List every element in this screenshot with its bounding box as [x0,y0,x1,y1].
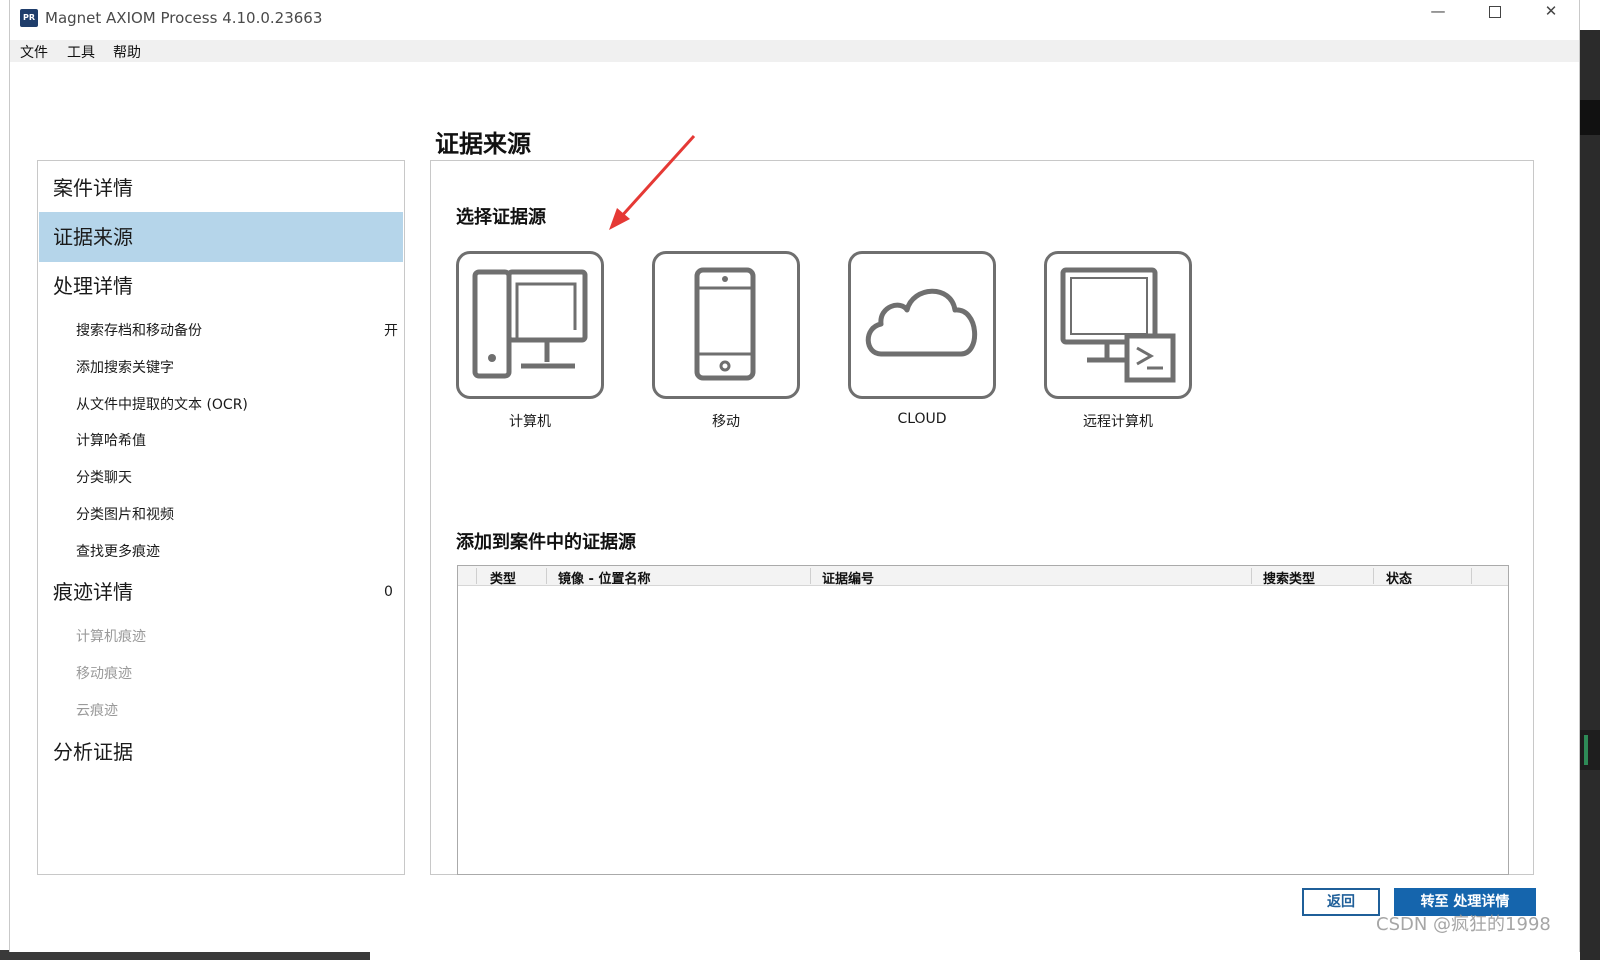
source-label-mobile: 移动 [712,414,740,430]
nav-analyze-evidence[interactable]: 分析证据 [39,727,403,777]
desktop-background-right [1580,0,1600,960]
column-separator [810,568,811,584]
select-source-heading: 选择证据源 [456,207,546,228]
nav-ocr[interactable]: 从文件中提取的文本 (OCR) [76,394,248,414]
column-separator [476,568,477,584]
menu-file[interactable]: 文件 [20,42,48,62]
watermark: CSDN @疯狂的1998 [1376,914,1551,935]
nav-categorize-media[interactable]: 分类图片和视频 [76,504,174,524]
column-search-type[interactable]: 搜索类型 [1263,568,1315,587]
close-button[interactable]: ✕ [1528,2,1574,36]
nav-case-details[interactable]: 案件详情 [39,163,403,213]
evidence-sources-table: 类型 镜像 - 位置名称 证据编号 搜索类型 状态 [457,565,1509,875]
left-navigation: 案件详情 证据来源 处理详情 搜索存档和移动备份 开 添加搜索关键字 从文件中提… [37,160,405,875]
menu-help[interactable]: 帮助 [113,42,141,62]
nav-evidence-sources[interactable]: 证据来源 [39,212,403,262]
app-logo-icon: PR [20,9,38,27]
nav-computer-artifacts: 计算机痕迹 [76,629,146,645]
nav-processing-details[interactable]: 处理详情 [39,261,403,311]
remote-computer-icon [1060,267,1176,383]
page-title: 证据来源 [435,130,531,158]
nav-mobile-artifacts: 移动痕迹 [76,666,132,682]
source-tile-remote-computer[interactable] [1044,251,1192,399]
column-separator [546,568,547,584]
column-evidence-number[interactable]: 证据编号 [822,568,874,587]
column-separator [1471,568,1472,584]
nav-artifact-count: 0 [384,584,393,600]
main-panel: 选择证据源 计算机 移动 CLOUD 远程计算机 添加到案件中的证据源 类型 镜… [430,160,1534,875]
source-label-computer: 计算机 [509,414,551,430]
nav-categorize-chats[interactable]: 分类聊天 [76,467,132,487]
nav-add-keywords[interactable]: 添加搜索关键字 [76,357,174,377]
column-status[interactable]: 状态 [1386,568,1412,587]
nav-search-archives[interactable]: 搜索存档和移动备份 [76,320,202,340]
nav-find-more-artifacts[interactable]: 查找更多痕迹 [76,541,160,561]
nav-search-archives-status: 开 [384,323,398,339]
column-image-location[interactable]: 镜像 - 位置名称 [558,568,650,587]
column-separator [1373,568,1374,584]
nav-artifact-details[interactable]: 痕迹详情 [39,567,403,617]
app-window: PR Magnet AXIOM Process 4.10.0.23663 — ✕… [9,0,1580,952]
source-tile-mobile[interactable] [652,251,800,399]
source-tile-cloud[interactable] [848,251,996,399]
source-tile-computer[interactable] [456,251,604,399]
nav-cloud-artifacts: 云痕迹 [76,703,118,719]
computer-icon [472,269,588,379]
source-label-cloud: CLOUD [897,411,947,427]
menu-bar: 文件 工具 帮助 [10,40,1579,62]
maximize-icon [1489,5,1501,18]
menu-tools[interactable]: 工具 [67,42,95,62]
added-sources-heading: 添加到案件中的证据源 [456,532,636,553]
column-type[interactable]: 类型 [490,568,516,587]
window-title: Magnet AXIOM Process 4.10.0.23663 [45,9,323,27]
table-header: 类型 镜像 - 位置名称 证据编号 搜索类型 状态 [458,566,1508,587]
maximize-button[interactable] [1472,2,1518,36]
mobile-phone-icon [694,267,756,381]
title-bar: PR Magnet AXIOM Process 4.10.0.23663 — ✕ [10,0,1579,38]
minimize-button[interactable]: — [1415,2,1461,36]
cloud-icon [865,288,977,357]
source-label-remote-computer: 远程计算机 [1083,414,1153,430]
column-separator [1251,568,1252,584]
back-button[interactable]: 返回 [1302,888,1380,916]
nav-hash[interactable]: 计算哈希值 [76,430,146,450]
